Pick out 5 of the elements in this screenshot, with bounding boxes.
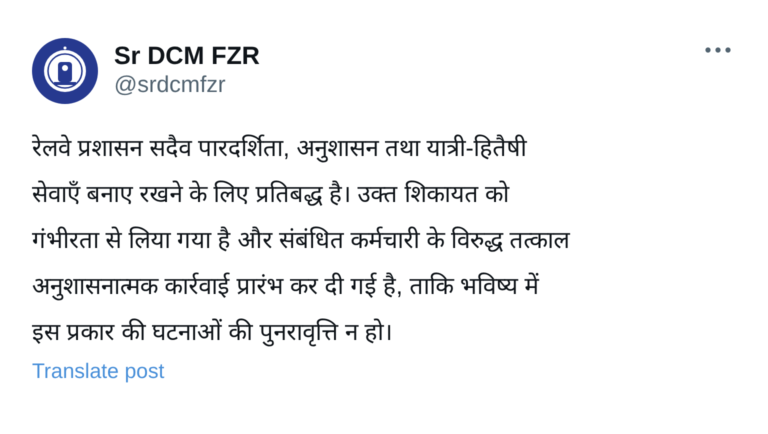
post-text: रेलवे प्रशासन सदैव पारदर्शिता, अनुशासन तथा यात्री-हितैषी सेवाएँ बनाए रखने के लिए प्रतिबद्ध है। उक्त शिकायत को गंभीरता से लिया गया है और संबंधित कर्मचारी के विरुद्ध तत्काल अनुशासनात्मक कार्रवाई प्रारंभ कर दी गई है, ताकि भविष्य में इस प्रकार की घटनाओं की पुनरावृत्ति न हो। (32, 134, 572, 348)
translate-link[interactable]: Translate post (32, 360, 164, 383)
author-handle[interactable]: @srdcmfzr (114, 70, 700, 99)
railway-logo-icon (32, 38, 98, 104)
author-name[interactable]: Sr DCM FZR (114, 43, 700, 71)
